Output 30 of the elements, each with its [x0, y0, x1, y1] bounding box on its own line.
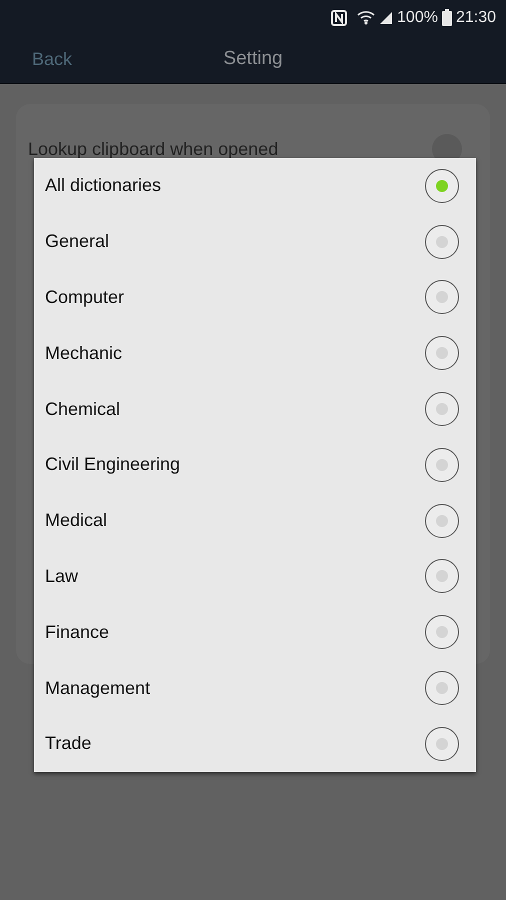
dictionary-option[interactable]: Management [34, 660, 476, 716]
battery-icon [442, 9, 452, 26]
screen-title: Setting [222, 46, 284, 71]
radio-button[interactable] [425, 504, 459, 538]
dictionary-option[interactable]: Computer [34, 270, 476, 326]
dictionary-option[interactable]: Finance [34, 604, 476, 660]
radio-button[interactable] [425, 615, 459, 650]
setting-label: Lookup clipboard when opened [28, 139, 278, 159]
clock: 21:30 [456, 8, 496, 28]
radio-button[interactable] [425, 671, 459, 706]
radio-button[interactable] [425, 559, 459, 594]
radio-button[interactable] [425, 726, 459, 761]
nfc-icon [331, 10, 348, 26]
battery-percent: 100% [397, 8, 438, 28]
radio-button[interactable] [425, 224, 459, 259]
dictionary-option[interactable]: Chemical [34, 381, 476, 437]
wifi-icon [357, 10, 376, 25]
dictionary-option[interactable]: Trade [34, 716, 476, 772]
radio-button[interactable] [425, 336, 459, 370]
radio-button[interactable] [425, 392, 459, 426]
dictionary-option[interactable]: Medical [34, 492, 476, 549]
dictionary-option[interactable]: Law [34, 548, 476, 604]
radio-button[interactable] [425, 280, 459, 314]
dictionary-option[interactable]: General [34, 214, 476, 270]
radio-button[interactable] [425, 168, 459, 203]
radio-button[interactable] [425, 448, 459, 482]
dictionary-option[interactable]: Civil Engineering [34, 436, 476, 493]
dictionary-option[interactable]: All dictionaries [34, 158, 476, 214]
dictionary-option[interactable]: Mechanic [34, 325, 476, 382]
signal-icon [379, 10, 394, 24]
